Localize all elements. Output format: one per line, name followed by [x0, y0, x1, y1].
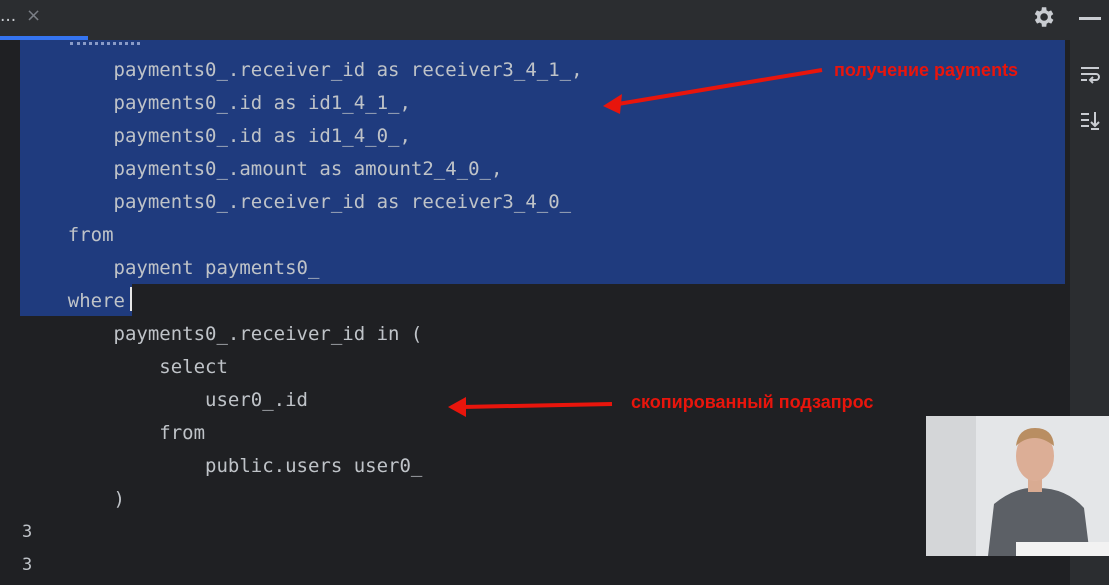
code-line: select	[22, 356, 228, 378]
tab-title[interactable]: ...	[0, 6, 16, 26]
close-icon[interactable]: ×	[26, 5, 41, 26]
code-line: payments0_.receiver_id in (	[22, 323, 423, 345]
annotation-payments: получение payments	[834, 60, 1019, 80]
clipped-line	[70, 40, 140, 45]
code-line: payment payments0_	[22, 257, 320, 279]
presenter-webcam	[926, 416, 1109, 556]
tab-bar: ... ×	[0, 0, 1109, 40]
code-editor[interactable]: payments0_.receiver_id as receiver3_4_1_…	[0, 40, 1070, 585]
code-line: where	[22, 290, 125, 312]
code-line: payments0_.receiver_id as receiver3_4_1_…	[22, 59, 583, 81]
minimize-icon[interactable]	[1079, 17, 1101, 20]
annotation-subquery: скопированный подзапрос	[631, 392, 874, 412]
code-line: )	[22, 488, 125, 510]
code-line: payments0_.receiver_id as receiver3_4_0_	[22, 191, 572, 213]
code-line: public.users user0_	[22, 455, 423, 477]
code-line: user0_.id	[22, 389, 308, 411]
output-line: 3	[22, 555, 33, 575]
code-line: payments0_.id as id1_4_0_,	[22, 125, 411, 147]
soft-wrap-icon[interactable]	[1078, 62, 1102, 86]
code-line: payments0_.amount as amount2_4_0_,	[22, 158, 503, 180]
code-line: from	[22, 224, 114, 246]
presenter-image	[926, 416, 1109, 556]
gear-icon[interactable]	[1030, 4, 1056, 30]
text-cursor	[130, 287, 132, 311]
code-line: from	[22, 422, 206, 444]
output-line: 3	[22, 522, 33, 542]
scroll-to-end-icon[interactable]	[1078, 108, 1102, 132]
code-line: payments0_.id as id1_4_1_,	[22, 92, 411, 114]
